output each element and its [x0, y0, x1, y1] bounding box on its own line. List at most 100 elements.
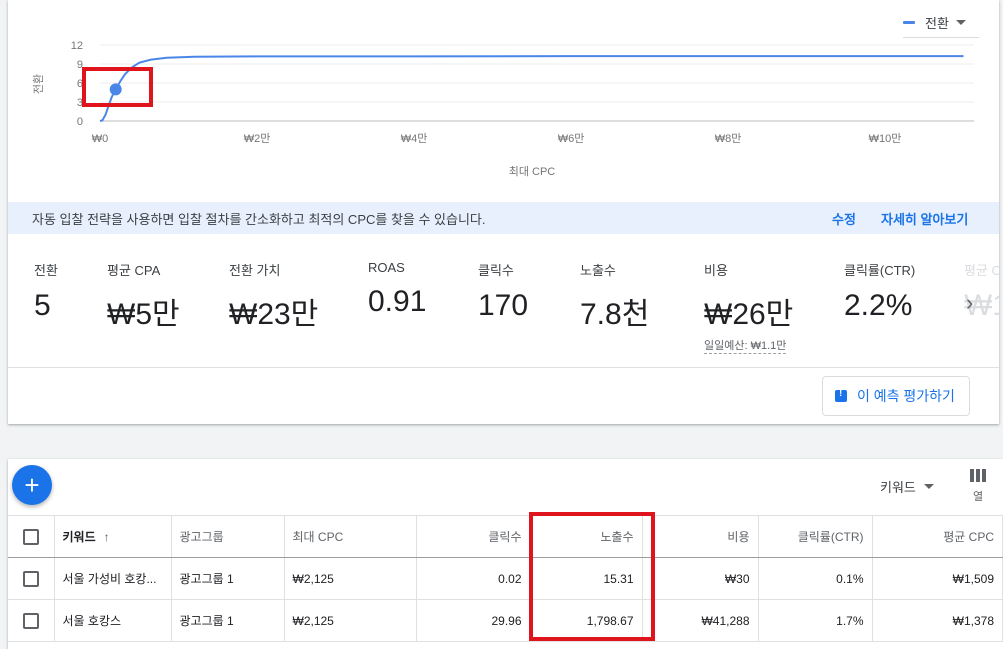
header-impressions[interactable]: 노출수 [530, 515, 643, 558]
header-clicks[interactable]: 클릭수 [416, 515, 531, 558]
header-adgroup[interactable]: 광고그룹 [171, 515, 285, 558]
header-ctr[interactable]: 클릭률(CTR) [758, 515, 873, 558]
metric-impressions: 노출수 7.8천 [580, 260, 649, 333]
table-row: 서울 가성비 호캉... 광고그룹 1 ₩2,125 0.02 15.31 ₩3… [8, 557, 1003, 600]
y-tick-label: 6 [77, 78, 83, 90]
metric-label: 노출수 [580, 263, 616, 278]
metric-value: 5 [34, 289, 51, 322]
columns-label: 열 [972, 491, 984, 503]
cell-keyword[interactable]: 서울 호캉스 [54, 599, 172, 642]
header-label: 평균 CPC [943, 530, 994, 544]
metric-label: 평균 C [964, 263, 999, 278]
cell-adgroup: 광고그룹 1 [171, 599, 285, 642]
keyword-table: 키워드 ↑ 광고그룹 최대 CPC 클릭수 노출수 비용 클릭률(CTR) 평균 … [8, 515, 1003, 642]
chevron-down-icon [923, 484, 934, 489]
header-label: 클릭률(CTR) [797, 530, 864, 544]
header-label: 최대 CPC [292, 530, 344, 544]
cell-cost: ₩41,288 [642, 599, 759, 642]
cell-clicks: 29.96 [416, 599, 531, 642]
header-cost[interactable]: 비용 [642, 515, 759, 558]
columns-icon [966, 469, 990, 482]
info-banner: 자동 입찰 전략을 사용하면 입찰 절차를 간소화하고 최적의 CPC를 찾을 … [8, 202, 999, 234]
metric-value: ₩5만 [107, 298, 180, 331]
x-tick-label: ₩0 [92, 133, 109, 145]
metric-value: ₩23만 [229, 298, 319, 331]
metric-label: 비용 [704, 263, 728, 278]
evaluate-forecast-button[interactable]: 이 예측 평가하기 [822, 376, 970, 416]
header-label: 비용 [727, 530, 750, 544]
x-tick-label: ₩2만 [244, 132, 271, 145]
y-axis-title: 전환 [32, 74, 45, 94]
metric-avg-cpa: 평균 CPA ₩5만 [107, 260, 180, 333]
row-select-cell [8, 557, 55, 600]
cell-impressions: 15.31 [530, 557, 643, 600]
info-text: 자동 입찰 전략을 사용하면 입찰 절차를 간소화하고 최적의 CPC를 찾을 … [32, 211, 486, 227]
metric-label: 클릭률(CTR) [844, 263, 916, 278]
metric-label: 평균 CPA [107, 263, 161, 278]
cell-ctr: 0.1% [758, 557, 873, 600]
header-label: 광고그룹 [179, 530, 224, 544]
cell-adgroup: 광고그룹 1 [171, 557, 285, 600]
segment-dropdown[interactable]: 키워드 [880, 477, 934, 496]
header-label: 키워드 [62, 530, 96, 544]
y-tick-label: 9 [77, 59, 83, 71]
header-label: 클릭수 [488, 530, 522, 544]
table-header-row: 키워드 ↑ 광고그룹 최대 CPC 클릭수 노출수 비용 클릭률(CTR) 평균 … [8, 515, 1003, 558]
cell-keyword[interactable]: 서울 가성비 호캉... [54, 557, 172, 600]
chevron-right-icon[interactable]: › [966, 290, 973, 316]
segment-label: 키워드 [880, 480, 916, 495]
forecast-chart: 12 9 6 3 0 ₩0 ₩2만 ₩4만 ₩6만 ₩8만 ₩10만최대 CPC 전환 [32, 40, 974, 178]
cell-max-cpc[interactable]: ₩2,125 [284, 599, 417, 642]
select-all-checkbox[interactable] [22, 528, 39, 545]
metric-clicks: 클릭수 170 [478, 260, 528, 323]
x-axis-title: 최대 CPC [509, 165, 556, 178]
metric-value: 7.8천 [580, 298, 650, 331]
divider [8, 367, 999, 368]
cell-max-cpc[interactable]: ₩2,125 [284, 557, 417, 600]
y-tick-label: 12 [71, 40, 83, 52]
row-select-cell [8, 599, 55, 642]
y-tick-label: 3 [77, 97, 83, 109]
header-avg-cpc[interactable]: 평균 CPC [872, 515, 1003, 558]
x-tick-label: ₩8만 [715, 132, 742, 145]
cell-ctr: 1.7% [758, 599, 873, 642]
daily-budget[interactable]: 일일예산: ₩1.1만 [704, 337, 787, 354]
edit-link[interactable]: 수정 [832, 209, 856, 228]
cell-cost: ₩30 [642, 557, 759, 600]
metric-value: ₩26만 [704, 298, 794, 331]
x-tick-label: ₩6만 [558, 132, 585, 145]
metric-label: 클릭수 [478, 263, 514, 278]
row-checkbox[interactable] [22, 570, 39, 587]
metric-conversions: 전환 5 [34, 260, 58, 323]
metric-label: 전환 [34, 263, 58, 278]
evaluate-forecast-label: 이 예측 평가하기 [857, 388, 955, 404]
header-label: 노출수 [600, 530, 634, 544]
cell-avg-cpc: ₩1,509 [872, 557, 1003, 600]
metric-value: 0.91 [368, 285, 427, 318]
columns-button[interactable]: 열 [966, 469, 990, 504]
header-keyword[interactable]: 키워드 ↑ [54, 515, 172, 558]
learn-more-link[interactable]: 자세히 알아보기 [881, 209, 968, 228]
header-max-cpc[interactable]: 최대 CPC [284, 515, 417, 558]
keyword-table-card: + 키워드 열 키워드 ↑ 광고그룹 최대 CPC 클릭수 노출수 비용 클릭률(… [8, 459, 1003, 649]
feedback-icon [835, 388, 847, 402]
y-tick-label: 0 [77, 116, 83, 128]
metric-cost: 비용 ₩26만 일일예산: ₩1.1만 [704, 260, 793, 354]
table-row: 서울 호캉스 광고그룹 1 ₩2,125 29.96 1,798.67 ₩41,… [8, 599, 1003, 642]
data-point-marker [109, 83, 122, 96]
metric-value: 2.2% [844, 289, 913, 322]
sort-arrow-icon: ↑ [103, 530, 110, 544]
cell-impressions: 1,798.67 [530, 599, 643, 642]
cell-clicks: 0.02 [416, 557, 531, 600]
row-checkbox[interactable] [22, 612, 39, 629]
add-button[interactable]: + [12, 465, 52, 505]
select-all-cell [8, 515, 55, 558]
x-tick-label: ₩10만 [869, 132, 902, 145]
cell-avg-cpc: ₩1,378 [872, 599, 1003, 642]
x-tick-label: ₩4만 [401, 132, 428, 145]
metric-value: 170 [478, 289, 529, 322]
forecast-card: 전환 12 9 6 3 0 ₩0 ₩2만 ₩4만 ₩6만 ₩8만 ₩10만최대 CPC 전환 자동 입… [8, 0, 999, 424]
metric-label: ROAS [368, 260, 405, 275]
metric-roas: ROAS 0.91 [368, 260, 426, 319]
metric-label: 전환 가치 [229, 263, 281, 278]
